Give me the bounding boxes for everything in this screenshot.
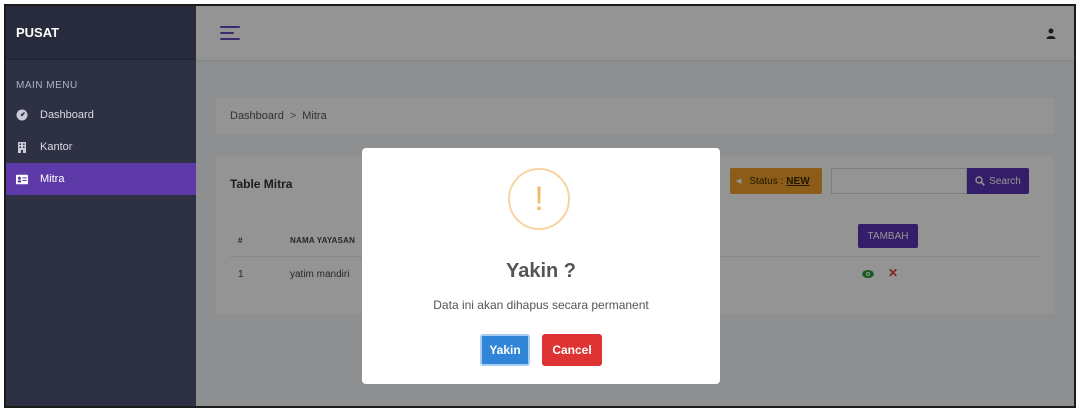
dashboard-icon [16,109,28,121]
brand-logo: PUSAT [6,6,196,60]
confirm-button[interactable]: Yakin [480,334,530,366]
sidebar-item-mitra[interactable]: Mitra [6,163,196,195]
sidebar-item-dashboard[interactable]: Dashboard [6,99,196,131]
menu-header: MAIN MENU [16,80,78,91]
sidebar: PUSAT MAIN MENU Dashboard Kantor Mitra [6,6,196,406]
cancel-button[interactable]: Cancel [542,334,602,366]
sidebar-item-kantor[interactable]: Kantor [6,131,196,163]
building-icon [16,141,28,153]
confirm-dialog: ! Yakin ? Data ini akan dihapus secara p… [362,148,720,384]
sidebar-item-label: Mitra [40,173,65,185]
dialog-title: Yakin ? [505,260,577,282]
id-card-icon [16,173,28,185]
app-window: PUSAT MAIN MENU Dashboard Kantor Mitra D… [4,4,1076,408]
dialog-message: Data ini akan dihapus secara permanent [433,298,649,312]
warning-icon: ! [508,168,570,230]
dialog-actions: Yakin Cancel [362,334,720,366]
sidebar-item-label: Dashboard [40,109,94,121]
sidebar-item-label: Kantor [40,141,73,153]
